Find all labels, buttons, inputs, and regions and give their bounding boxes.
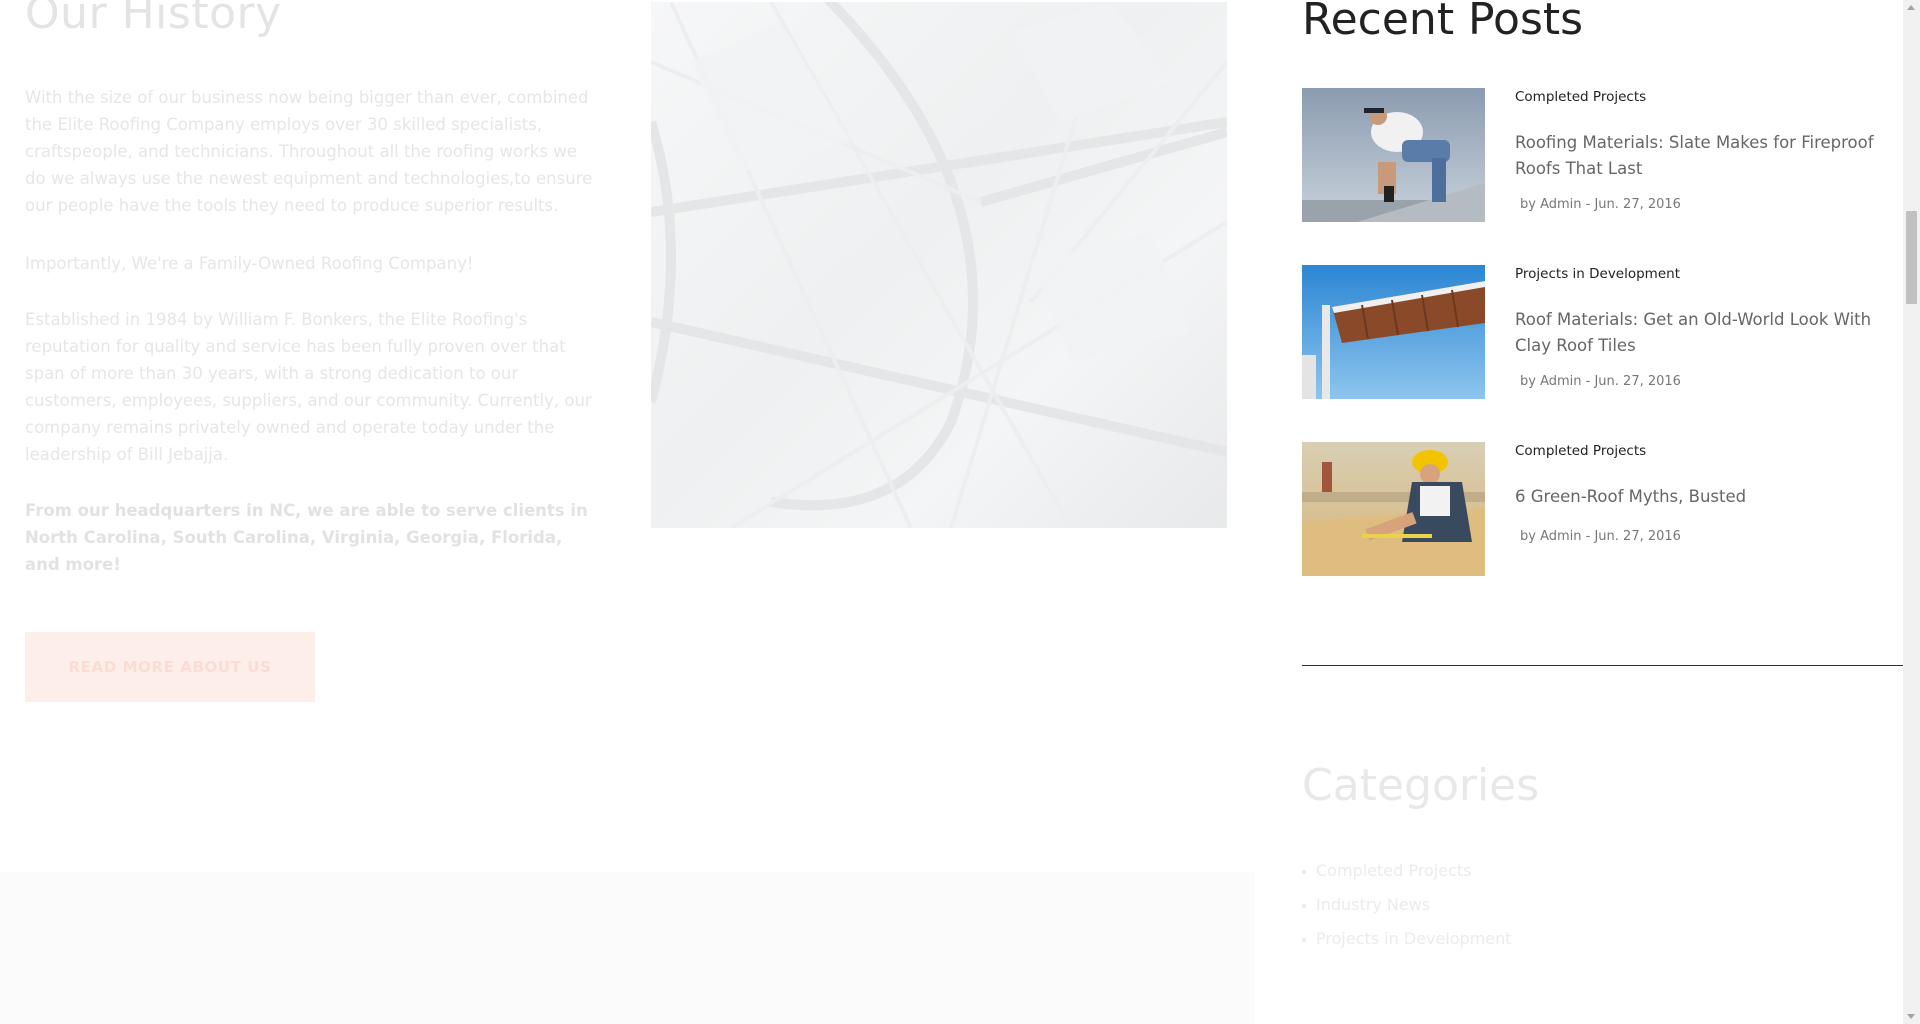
- roof-structure-photo: [651, 2, 1227, 528]
- post-byline: by Admin - Jun. 27, 2016: [1520, 529, 1681, 544]
- post-byline: by Admin - Jun. 27, 2016: [1520, 374, 1681, 389]
- category-link[interactable]: Completed Projects: [1316, 861, 1471, 880]
- recent-post: Completed Projects 6 Green-Roof Myths, B…: [1302, 442, 1904, 576]
- recent-post: Completed Projects Roofing Materials: Sl…: [1302, 88, 1904, 222]
- history-paragraph-4: From our headquarters in NC, we are able…: [25, 501, 588, 574]
- vertical-scrollbar[interactable]: [1903, 0, 1920, 1024]
- read-more-about-us-button[interactable]: READ MORE ABOUT US: [25, 632, 315, 702]
- category-item[interactable]: Industry News: [1302, 888, 1512, 922]
- bullet-icon: [1302, 903, 1306, 908]
- bullet-icon: [1302, 937, 1306, 942]
- post-thumbnail[interactable]: [1302, 88, 1485, 222]
- category-link[interactable]: Projects in Development: [1316, 929, 1512, 948]
- category-item[interactable]: Completed Projects: [1302, 854, 1512, 888]
- categories-title: Categories: [1302, 760, 1540, 811]
- categories-list: Completed Projects Industry News Project…: [1302, 854, 1512, 956]
- post-category-link[interactable]: Completed Projects: [1515, 89, 1646, 105]
- sidebar-divider: [1302, 665, 1904, 666]
- category-item[interactable]: Projects in Development: [1302, 922, 1512, 956]
- post-title-link[interactable]: Roofing Materials: Slate Makes for Firep…: [1515, 130, 1900, 182]
- recent-posts-title: Recent Posts: [1302, 0, 1584, 45]
- scrollbar-thumb[interactable]: [1906, 211, 1917, 304]
- post-category-link[interactable]: Completed Projects: [1515, 443, 1646, 459]
- history-title: Our History: [25, 0, 282, 39]
- recent-post: Projects in Development Roof Materials: …: [1302, 265, 1904, 399]
- bullet-icon: [1302, 869, 1306, 874]
- page: Our History With the size of our busines…: [0, 0, 1920, 1024]
- category-link[interactable]: Industry News: [1316, 895, 1430, 914]
- post-thumbnail[interactable]: [1302, 442, 1485, 576]
- post-thumbnail[interactable]: [1302, 265, 1485, 399]
- post-title-link[interactable]: 6 Green-Roof Myths, Busted: [1515, 484, 1900, 510]
- chevron-down-icon[interactable]: [1907, 1014, 1915, 1019]
- history-paragraph-1: With the size of our business now being …: [25, 88, 593, 215]
- history-paragraph-2: Importantly, We're a Family-Owned Roofin…: [25, 254, 474, 273]
- post-title-link[interactable]: Roof Materials: Get an Old-World Look Wi…: [1515, 307, 1900, 359]
- post-byline: by Admin - Jun. 27, 2016: [1520, 197, 1681, 212]
- chevron-up-icon[interactable]: [1907, 5, 1915, 10]
- post-category-link[interactable]: Projects in Development: [1515, 266, 1680, 282]
- footer-strip: [0, 872, 1255, 1024]
- history-paragraph-3: Established in 1984 by William F. Bonker…: [25, 310, 592, 464]
